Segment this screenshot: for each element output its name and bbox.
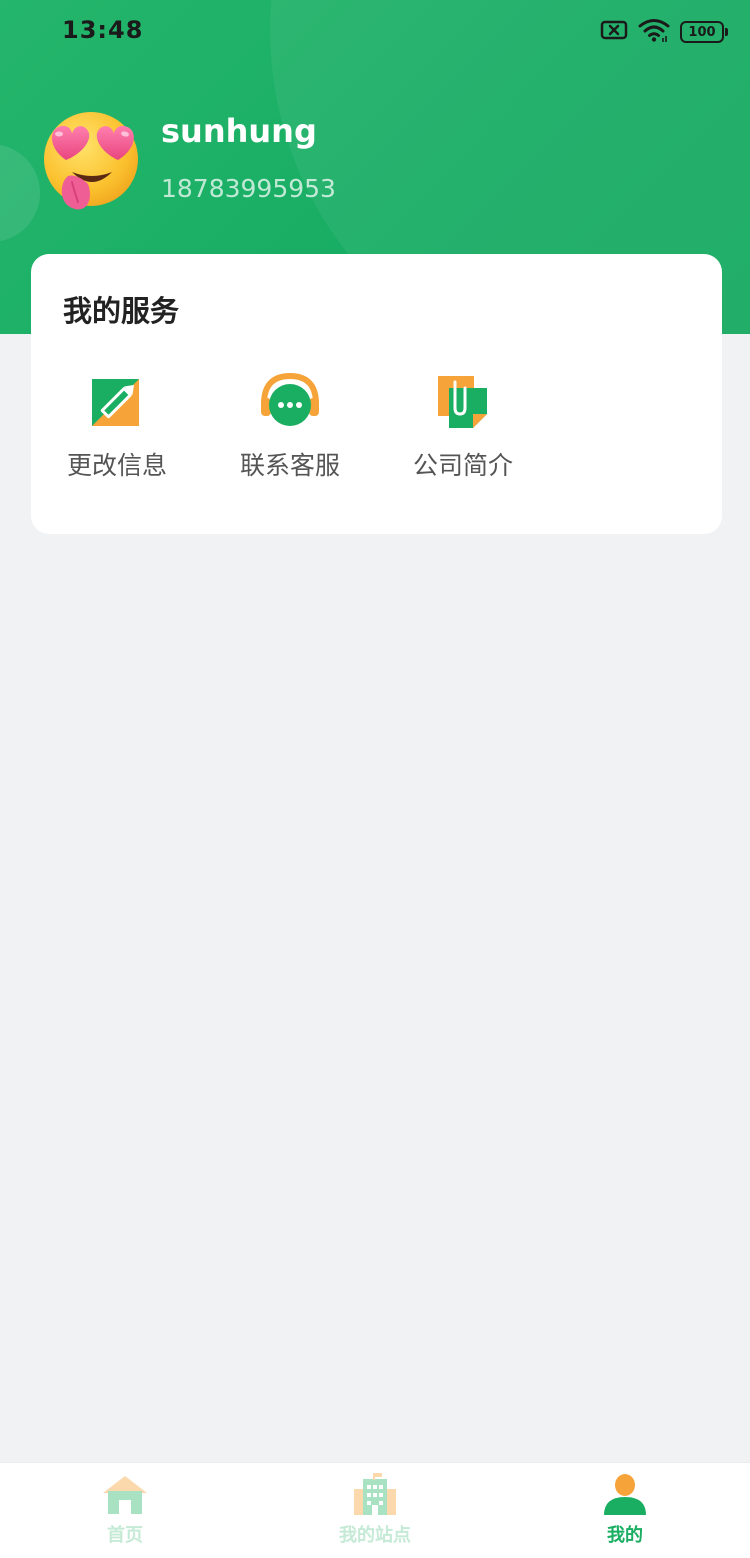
service-edit-info[interactable]: 更改信息 xyxy=(42,372,192,492)
status-bar: 13:48 100 xyxy=(0,0,750,64)
tab-mine[interactable]: 我的 xyxy=(500,1463,750,1558)
services-card: 我的服务 更改信息 联系客服 公司简介 xyxy=(31,254,722,534)
heart-eyes-emoji-icon xyxy=(44,112,138,210)
services-title: 我的服务 xyxy=(63,294,180,328)
tab-my-sites[interactable]: 我的站点 xyxy=(250,1463,500,1558)
tab-label: 我的 xyxy=(607,1525,643,1546)
wifi-icon xyxy=(638,17,670,47)
username: sunhung xyxy=(161,112,317,150)
tab-label: 我的站点 xyxy=(339,1525,411,1546)
phone-number: 18783995953 xyxy=(161,174,336,203)
edit-icon xyxy=(87,372,147,432)
customer-service-icon xyxy=(260,372,320,432)
building-icon xyxy=(351,1473,399,1517)
service-label: 公司简介 xyxy=(412,451,513,480)
profile-page: 13:48 100 sunhung 18783995953 我的服务 更改信息 … xyxy=(0,0,750,1558)
status-time: 13:48 xyxy=(62,16,144,44)
battery-icon: 100 xyxy=(680,21,728,43)
service-company-profile[interactable]: 公司简介 xyxy=(388,372,538,492)
avatar[interactable] xyxy=(42,110,140,212)
tab-home[interactable]: 首页 xyxy=(0,1463,250,1558)
bottom-tab-bar: 首页 我的站点 我的 xyxy=(0,1462,750,1558)
status-icons: 100 xyxy=(600,17,728,47)
service-label: 更改信息 xyxy=(66,451,167,480)
service-label: 联系客服 xyxy=(239,451,340,480)
sim-error-icon xyxy=(600,19,628,45)
user-icon xyxy=(601,1473,649,1517)
tab-label: 首页 xyxy=(107,1525,143,1546)
header-decoration-small xyxy=(0,144,40,242)
home-icon xyxy=(101,1473,149,1517)
company-profile-icon xyxy=(433,372,493,432)
service-customer-support[interactable]: 联系客服 xyxy=(215,372,365,492)
